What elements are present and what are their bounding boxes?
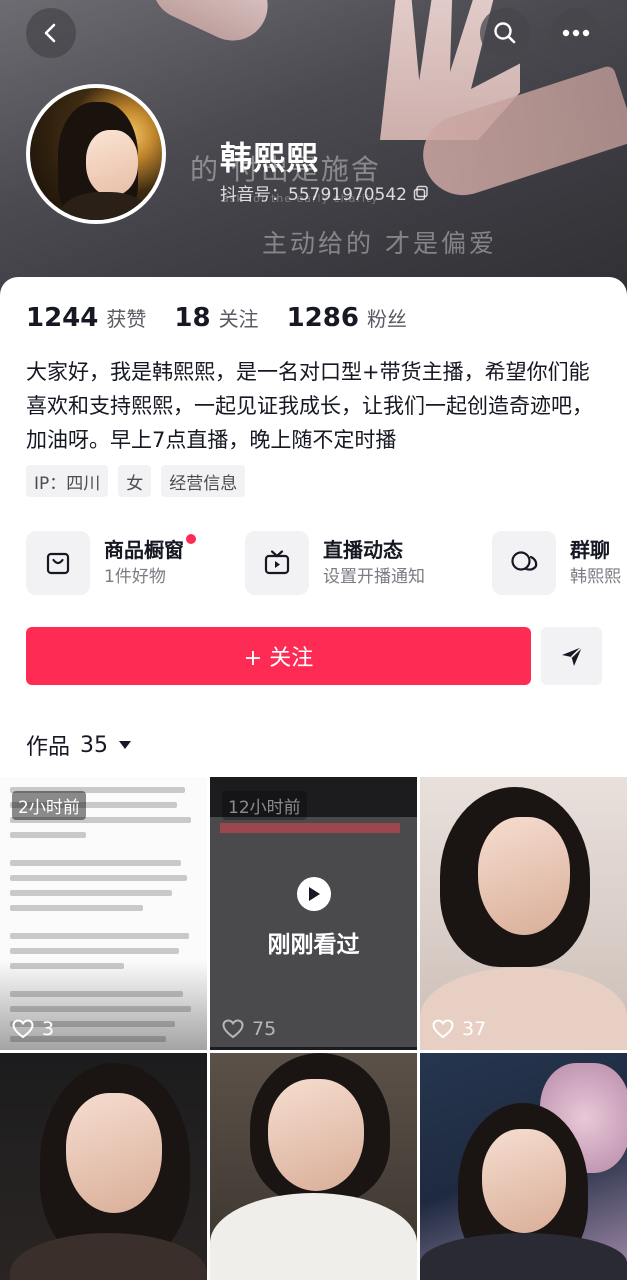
stats-row: 1244 获赞 18 关注 1286 粉丝	[26, 303, 435, 333]
stat-followers[interactable]: 1286 粉丝	[287, 303, 407, 333]
play-icon	[296, 877, 331, 911]
follow-button[interactable]: + 关注	[26, 627, 531, 685]
works-label: 作品	[26, 735, 71, 760]
likes-number: 37	[462, 1018, 487, 1040]
video-thumbnail[interactable]	[420, 1053, 627, 1280]
feature-icon-box	[492, 531, 556, 595]
works-count: 35	[80, 732, 109, 758]
copy-icon[interactable]	[413, 185, 429, 201]
feature-icon-box	[245, 531, 309, 595]
tag-ip-location: IP：四川	[26, 465, 109, 497]
feature-title: 商品橱窗	[104, 538, 184, 562]
video-thumbnail[interactable]: 37	[420, 777, 627, 1050]
tv-icon	[264, 550, 290, 575]
profile-banner: 的 付出是施舍 ask for the early charity 主动给的 才…	[0, 0, 627, 300]
video-thumbnail[interactable]	[210, 1053, 417, 1280]
douyin-id-text: 抖音号：55791970542	[220, 185, 407, 205]
stat-following[interactable]: 18 关注	[174, 303, 258, 333]
avatar-image	[26, 84, 166, 224]
stat-number: 1286	[286, 303, 359, 333]
feature-title: 直播动态	[323, 538, 403, 562]
stat-likes[interactable]: 1244 获赞	[26, 303, 146, 333]
notification-dot	[186, 534, 196, 544]
likes-number: 3	[42, 1018, 55, 1040]
stat-label: 粉丝	[366, 307, 407, 331]
works-tab[interactable]: 作品 35	[26, 729, 132, 761]
back-button[interactable]	[26, 8, 76, 58]
send-message-button[interactable]	[541, 627, 602, 685]
chat-bubble-icon	[511, 551, 538, 571]
feature-title: 群聊	[570, 538, 610, 562]
likes-count: 37	[432, 1018, 486, 1040]
search-button[interactable]	[480, 8, 530, 58]
avatar[interactable]	[26, 84, 194, 224]
profile-bio: 大家好，我是韩熙熙，是一名对口型+带货主播，希望你们能喜欢和支持熙熙，一起见证我…	[26, 360, 593, 452]
chevron-left-icon	[44, 23, 56, 43]
time-badge: 2小时前	[12, 791, 86, 820]
heart-icon	[432, 1019, 454, 1039]
feature-row: 商品橱窗 1件好物 直播动态 设置开播通知 群聊 韩熙熙	[26, 530, 627, 596]
search-icon	[494, 22, 516, 44]
feature-icon-box	[26, 531, 90, 595]
paper-plane-icon	[561, 646, 583, 666]
tags-row: IP：四川 女 经营信息	[26, 465, 246, 497]
stat-number: 1244	[26, 303, 99, 333]
stat-label: 关注	[218, 307, 259, 331]
tag-gender: 女	[118, 465, 152, 497]
recently-viewed-label: 刚刚看过	[267, 932, 360, 958]
video-thumbnail[interactable]: 2小时前 3	[0, 777, 207, 1050]
caret-down-icon	[119, 741, 132, 749]
feature-subtitle: 设置开播通知	[323, 567, 425, 587]
feature-live-updates[interactable]: 直播动态 设置开播通知	[245, 530, 425, 596]
banner-text: 主动给的 才是偏爱	[262, 229, 497, 258]
video-thumbnail[interactable]: 12小时前 刚刚看过 75	[210, 777, 417, 1050]
likes-count: 75	[222, 1018, 276, 1040]
feature-group-chat[interactable]: 群聊 韩熙熙	[492, 530, 621, 596]
stat-number: 18	[174, 303, 211, 333]
profile-card: 1244 获赞 18 关注 1286 粉丝 大家好，我是韩熙熙，是一名对口型+带…	[0, 277, 627, 1280]
profile-name: 韩熙熙	[220, 139, 320, 177]
more-button[interactable]	[551, 8, 601, 58]
stat-label: 获赞	[106, 307, 147, 331]
heart-icon	[12, 1019, 34, 1039]
feature-shop-window[interactable]: 商品橱窗 1件好物	[26, 530, 196, 596]
video-thumbnail[interactable]	[0, 1053, 207, 1280]
likes-count: 3	[12, 1018, 54, 1040]
shopping-bag-icon	[46, 552, 70, 575]
likes-number: 75	[252, 1018, 277, 1040]
feature-subtitle: 韩熙熙	[570, 567, 621, 587]
heart-icon	[222, 1019, 244, 1039]
tag-business-info[interactable]: 经营信息	[161, 465, 246, 497]
banner-hand-shape	[140, 0, 280, 53]
time-badge: 12小时前	[222, 791, 307, 820]
douyin-id[interactable]: 抖音号：55791970542	[220, 180, 429, 205]
more-dots-icon	[562, 29, 590, 37]
feature-subtitle: 1件好物	[104, 567, 166, 587]
